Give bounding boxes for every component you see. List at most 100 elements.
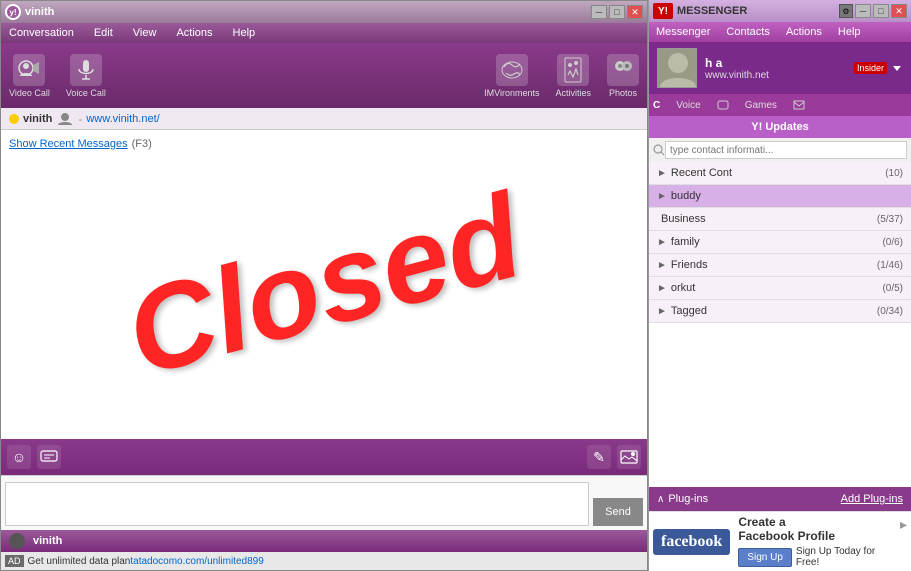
messenger-settings-icon[interactable]: ⚙	[839, 4, 853, 18]
contact-group-business: Business (5/37)	[649, 208, 911, 231]
show-recent-shortcut: (F3)	[132, 138, 152, 150]
group-arrow-buddy: ►	[657, 191, 667, 202]
menu-view[interactable]: View	[129, 25, 161, 41]
messenger-menu-help[interactable]: Help	[835, 24, 864, 40]
messenger-menu-messenger[interactable]: Messenger	[653, 24, 713, 40]
group-arrow-orkut: ►	[657, 283, 667, 294]
contact-group-header-buddy[interactable]: ► buddy	[649, 185, 911, 207]
menu-actions[interactable]: Actions	[172, 25, 216, 41]
image-button[interactable]	[617, 445, 641, 469]
title-bar-controls: ─ □ ✕	[591, 5, 643, 19]
send-button[interactable]: Send	[593, 498, 643, 526]
messenger-close-button[interactable]: ✕	[891, 4, 907, 18]
profile-status-link[interactable]: www.vinith.net	[705, 70, 846, 81]
group-name-friends: Friends	[671, 259, 873, 271]
voice-call-icon	[70, 54, 102, 86]
edit-button[interactable]: ✎	[587, 445, 611, 469]
profile-info: h a www.vinith.net	[705, 56, 846, 81]
close-button[interactable]: ✕	[627, 5, 643, 19]
contact-group-header-recent[interactable]: ► Recent Cont (10)	[649, 162, 911, 184]
input-area: Send	[1, 475, 647, 530]
activities-label: Activities	[555, 88, 591, 98]
messenger-title-controls: ⚙ ─ □ ✕	[839, 4, 907, 18]
contact-group-buddy: ► buddy	[649, 185, 911, 208]
fb-logo: facebook	[653, 529, 730, 555]
group-count-friends: (1/46)	[877, 260, 903, 271]
fb-signup-button[interactable]: Sign Up	[738, 548, 792, 567]
photos-button[interactable]: Photos	[607, 54, 639, 98]
messenger-minimize-button[interactable]: ─	[855, 4, 871, 18]
contact-group-orkut: ► orkut (0/5)	[649, 277, 911, 300]
closed-watermark: Closed	[113, 166, 535, 403]
profile-name: h a	[705, 56, 846, 70]
ad-link[interactable]: tatadocomo.com/unlimited899	[130, 556, 263, 567]
bottom-name: vinith	[33, 535, 62, 547]
app-icon: y!	[5, 4, 21, 20]
updates-title: Y! Updates	[751, 121, 808, 133]
chat-input[interactable]	[5, 482, 589, 526]
contact-group-header-family[interactable]: ► family (0/6)	[649, 231, 911, 253]
ad-label: AD	[5, 555, 24, 567]
plugins-label: ∧ Plug-ins	[657, 493, 708, 505]
messenger-panel: Y! MESSENGER ⚙ ─ □ ✕ Messenger Contacts …	[648, 0, 911, 571]
minimize-button[interactable]: ─	[591, 5, 607, 19]
group-arrow-friends: ►	[657, 260, 667, 271]
fb-ad-content: facebook	[653, 529, 730, 555]
fb-ad-sub-text: Sign Up Today for Free!	[796, 546, 892, 568]
games-tab[interactable]: Games	[741, 98, 781, 113]
photos-icon	[607, 54, 639, 86]
video-call-icon	[13, 54, 45, 86]
search-bar	[649, 138, 911, 162]
show-recent-link[interactable]: Show Recent Messages	[9, 138, 128, 150]
bottom-avatar	[9, 533, 25, 549]
plugins-text: Plug-ins	[668, 493, 708, 505]
menu-edit[interactable]: Edit	[90, 25, 117, 41]
fb-ad-title: Create a	[738, 515, 892, 529]
imvironments-button[interactable]: IMVironments	[484, 54, 539, 98]
contact-group-header-friends[interactable]: ► Friends (1/46)	[649, 254, 911, 276]
group-count-family: (0/6)	[882, 237, 903, 248]
voice-tab[interactable]: Voice	[672, 98, 704, 113]
contact-group-friends: ► Friends (1/46)	[649, 254, 911, 277]
photos-label: Photos	[609, 88, 637, 98]
group-name-business: Business	[661, 213, 873, 225]
contact-group-header-tagged[interactable]: ► Tagged (0/34)	[649, 300, 911, 322]
dropdown-icon[interactable]	[891, 62, 903, 74]
group-name-recent: Recent Cont	[671, 167, 881, 179]
contact-group-header-business[interactable]: Business (5/37)	[649, 208, 911, 230]
plugins-arrow: ∧	[657, 494, 664, 505]
profile-options: Insider	[854, 62, 903, 74]
fb-ad-text: Create a Facebook Profile Sign Up Sign U…	[738, 515, 892, 568]
add-plugins-link[interactable]: Add Plug-ins	[841, 493, 903, 505]
activities-button[interactable]: Activities	[555, 54, 591, 98]
status-link[interactable]: www.vinith.net/	[86, 113, 159, 125]
messenger-menu-actions[interactable]: Actions	[783, 24, 825, 40]
menu-conversation[interactable]: Conversation	[5, 25, 78, 41]
contacts-tab-label: C	[653, 100, 660, 111]
menu-help[interactable]: Help	[229, 25, 260, 41]
group-count-recent: (10)	[885, 168, 903, 179]
voice-call-label: Voice Call	[66, 88, 106, 98]
buzz-button[interactable]	[37, 445, 61, 469]
messenger-title-bar: Y! MESSENGER ⚙ ─ □ ✕	[649, 0, 911, 22]
title-bar-left: y! vinith	[5, 4, 54, 20]
insider-badge: Insider	[854, 62, 887, 74]
smiley-button[interactable]: ☺	[7, 445, 31, 469]
imvironments-label: IMVironments	[484, 88, 539, 98]
group-name-orkut: orkut	[671, 282, 879, 294]
avatar	[657, 48, 697, 88]
maximize-button[interactable]: □	[609, 5, 625, 19]
ad-bar: AD Get unlimited data plan tatadocomo.co…	[1, 552, 647, 570]
voice-call-button[interactable]: Voice Call	[66, 54, 106, 98]
chat-window: y! vinith ─ □ ✕ Conversation Edit View A…	[0, 0, 648, 571]
fb-ad-close-button[interactable]: ▸	[900, 516, 907, 533]
contact-group-header-orkut[interactable]: ► orkut (0/5)	[649, 277, 911, 299]
search-input[interactable]	[665, 141, 907, 159]
video-call-button[interactable]: Video Call	[9, 54, 50, 98]
messenger-menu-contacts[interactable]: Contacts	[723, 24, 772, 40]
group-name-buddy: buddy	[671, 190, 899, 202]
group-arrow-recent: ►	[657, 168, 667, 179]
group-count-business: (5/37)	[877, 214, 903, 225]
messenger-maximize-button[interactable]: □	[873, 4, 889, 18]
group-arrow-family: ►	[657, 237, 667, 248]
